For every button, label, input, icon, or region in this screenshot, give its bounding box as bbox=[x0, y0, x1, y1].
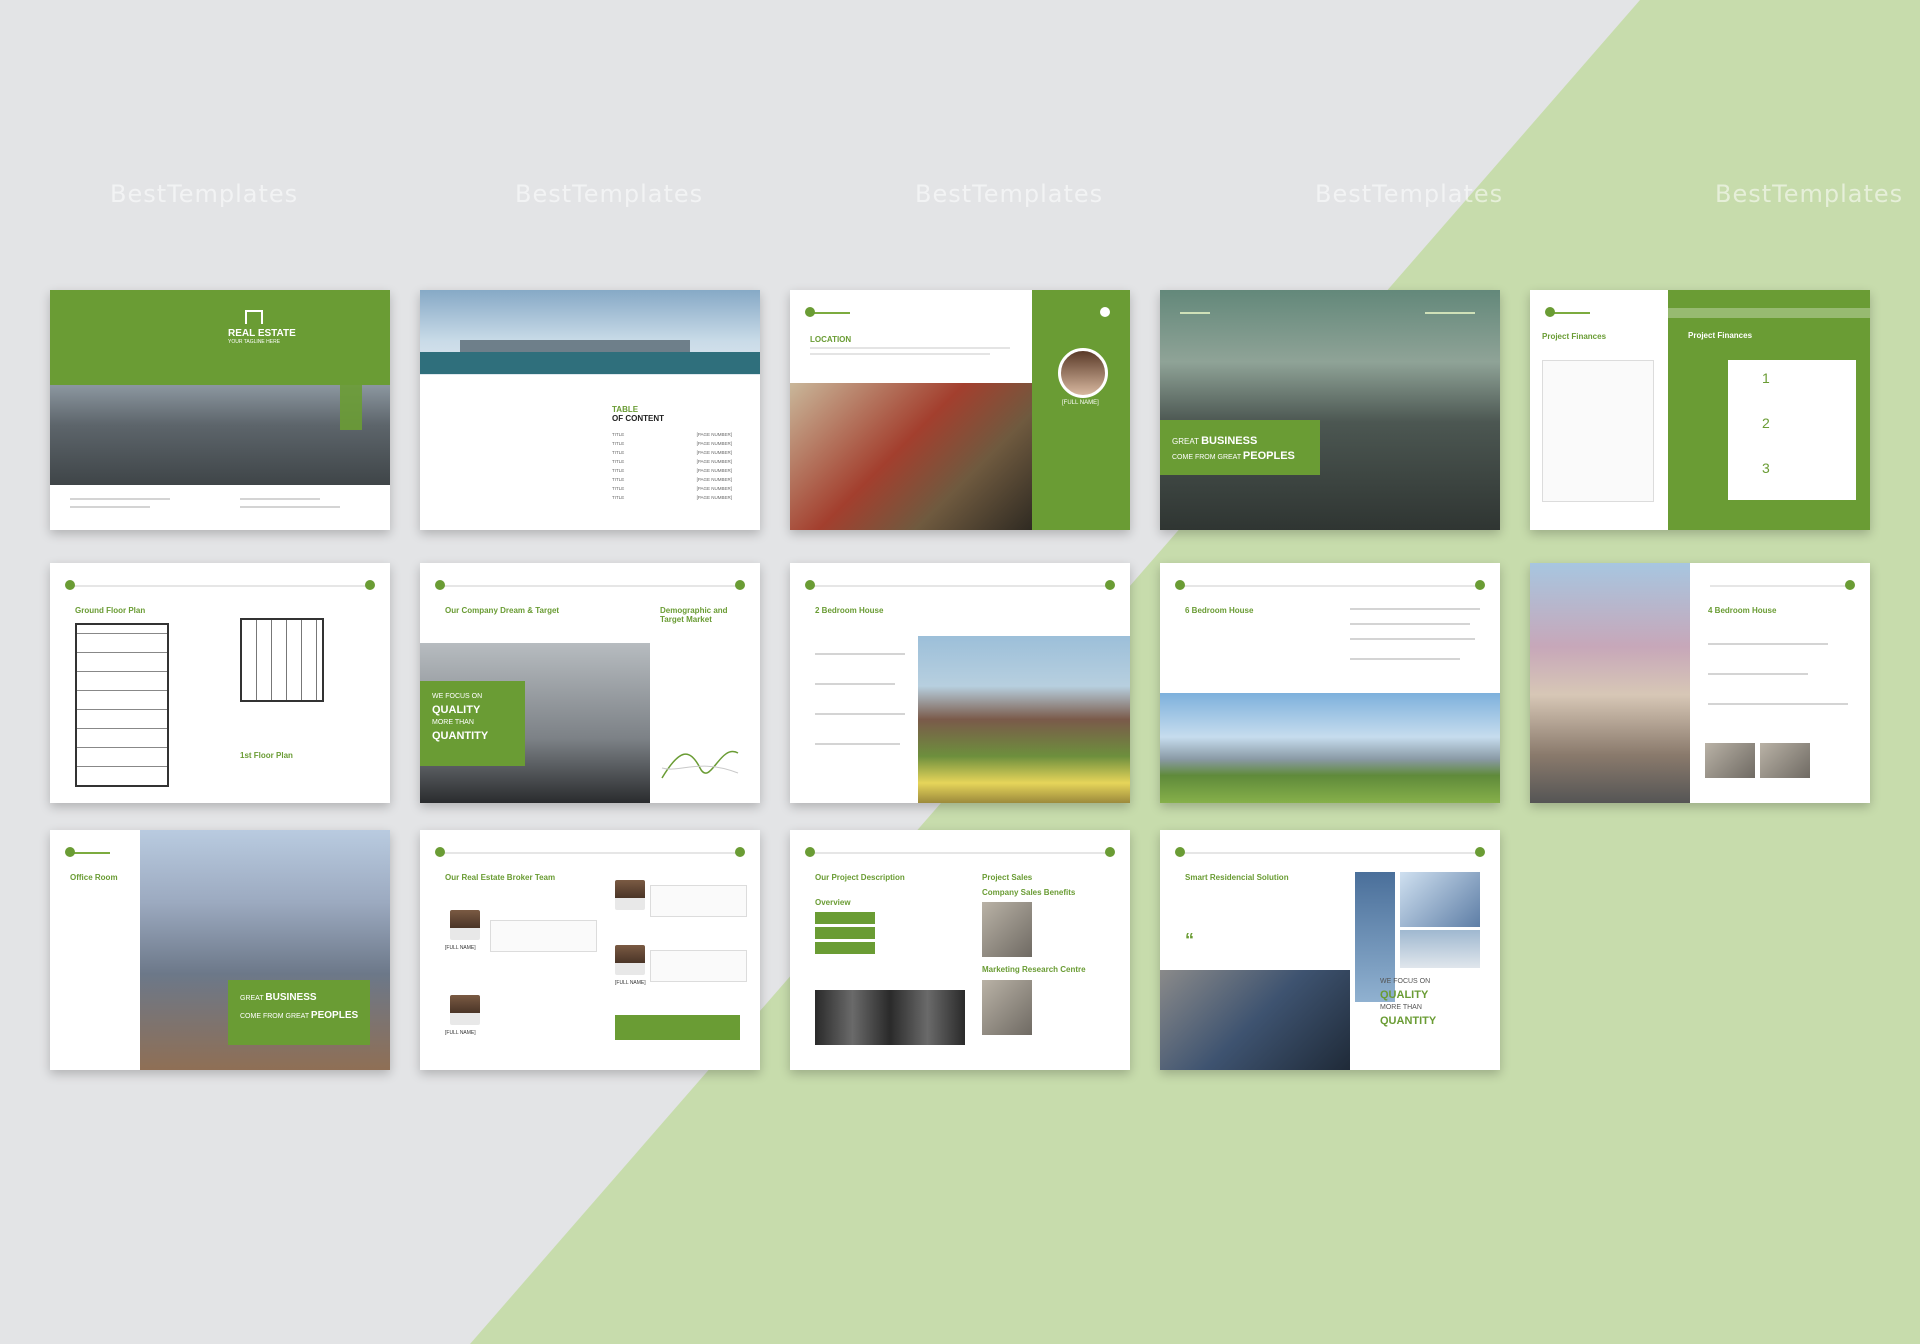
avatar bbox=[450, 995, 480, 1025]
project-desc-heading: Our Project Description bbox=[815, 873, 905, 882]
house-thumbnail bbox=[1705, 743, 1755, 778]
toc-item[interactable]: TITLE [PAGE NUMBER] bbox=[612, 448, 732, 457]
broker-heading: Our Real Estate Broker Team bbox=[445, 873, 556, 882]
overview-heading: Overview bbox=[815, 898, 851, 907]
floor-plan-heading-2: 1st Floor Plan bbox=[240, 751, 293, 760]
map-photo bbox=[790, 383, 1032, 530]
office-heading: Office Room bbox=[70, 873, 118, 882]
page-floor-plan[interactable]: Ground Floor Plan 1st Floor Plan bbox=[50, 563, 390, 803]
city-thumbnail bbox=[982, 980, 1032, 1035]
watermark: BestTemplates bbox=[110, 180, 299, 208]
page-cover[interactable]: REAL ESTATE YOUR TAGLINE HERE bbox=[50, 290, 390, 530]
finances-heading-left: Project Finances bbox=[1542, 332, 1607, 341]
cover-header bbox=[50, 290, 390, 385]
page-table-of-content[interactable]: TABLE OF CONTENT TITLE [PAGE NUMBER] TITLE… bbox=[420, 290, 760, 530]
glass-building-photo bbox=[1160, 970, 1350, 1070]
toc-item[interactable]: TITLE [PAGE NUMBER] bbox=[612, 484, 732, 493]
cover-subtitle: YOUR TAGLINE HERE bbox=[228, 339, 281, 345]
toc-title-1: TABLE bbox=[612, 405, 639, 414]
floor-plan-heading: Ground Floor Plan bbox=[75, 606, 146, 615]
two-bedroom-heading: 2 Bedroom House bbox=[815, 606, 884, 615]
city-sky-photo bbox=[1160, 290, 1500, 530]
page-great-business[interactable]: GREAT BUSINESS COME FROM GREAT PEOPLES bbox=[1160, 290, 1500, 530]
page-smart-residential[interactable]: Smart Residencial Solution WE FOCUS ON Q… bbox=[1160, 830, 1500, 1070]
page-four-bedroom[interactable]: 4 Bedroom House bbox=[1530, 563, 1870, 803]
page-project-description[interactable]: Our Project Description Project Sales Ov… bbox=[790, 830, 1130, 1070]
toc-item[interactable]: TITLE [PAGE NUMBER] bbox=[612, 475, 732, 484]
dream-heading-2: Demographic and Target Market bbox=[660, 606, 728, 624]
location-name: [FULL NAME] bbox=[1062, 400, 1099, 406]
house-logo-icon bbox=[245, 310, 263, 324]
house-thumbnail bbox=[1760, 743, 1810, 778]
marketing-heading: Marketing Research Centre bbox=[982, 965, 1086, 974]
page-two-bedroom[interactable]: 2 Bedroom House bbox=[790, 563, 1130, 803]
toc-item[interactable]: TITLE [PAGE NUMBER] bbox=[612, 430, 732, 439]
floor-plan-drawing bbox=[75, 623, 169, 787]
page-six-bedroom[interactable]: 6 Bedroom House bbox=[1160, 563, 1500, 803]
four-bedroom-heading: 4 Bedroom House bbox=[1708, 606, 1777, 615]
banner bbox=[1160, 420, 1320, 475]
finances-table bbox=[1542, 360, 1654, 502]
toc-item[interactable]: TITLE [PAGE NUMBER] bbox=[612, 466, 732, 475]
watermark: BestTemplates bbox=[1315, 180, 1504, 208]
garden-photo bbox=[918, 636, 1130, 803]
watermark: BestTemplates bbox=[915, 180, 1104, 208]
page-office-room[interactable]: Office Room GREAT BUSINESS COME FROM GRE… bbox=[50, 830, 390, 1070]
quote-icon: “ bbox=[1185, 930, 1194, 950]
tower-photo bbox=[1400, 872, 1480, 927]
smart-heading: Smart Residencial Solution bbox=[1185, 873, 1289, 882]
page-location[interactable]: LOCATION [FULL NAME] bbox=[790, 290, 1130, 530]
line-chart bbox=[661, 750, 739, 779]
skyline-park-photo bbox=[1160, 693, 1500, 803]
office-thumbnail bbox=[982, 902, 1032, 957]
toc-title-2: OF CONTENT bbox=[612, 414, 664, 423]
floor-plan-drawing bbox=[240, 618, 324, 702]
watermark: BestTemplates bbox=[1715, 180, 1904, 208]
avatar bbox=[615, 880, 645, 910]
avatar bbox=[450, 910, 480, 940]
page-company-dream[interactable]: Our Company Dream & Target Demographic a… bbox=[420, 563, 760, 803]
tower-photo bbox=[1400, 930, 1480, 968]
finances-heading-right: Project Finances bbox=[1688, 331, 1753, 340]
toc-item[interactable]: TITLE [PAGE NUMBER] bbox=[612, 439, 732, 448]
building-photo bbox=[1530, 563, 1690, 803]
page-broker-team[interactable]: Our Real Estate Broker Team [FULL NAME] … bbox=[420, 830, 760, 1070]
cover-title: REAL ESTATE bbox=[228, 328, 296, 339]
city-photo bbox=[50, 385, 390, 485]
avatar bbox=[615, 945, 645, 975]
location-heading: LOCATION bbox=[810, 335, 852, 344]
toc-item[interactable]: TITLE [PAGE NUMBER] bbox=[612, 457, 732, 466]
avatar bbox=[1058, 348, 1108, 398]
toc-item[interactable]: TITLE [PAGE NUMBER] bbox=[612, 493, 732, 502]
sales-benefits-heading: Company Sales Benefits bbox=[982, 888, 1076, 897]
page-project-finances[interactable]: Project Finances Project Finances 1 2 3 bbox=[1530, 290, 1870, 530]
watermark: BestTemplates bbox=[515, 180, 704, 208]
six-bedroom-heading: 6 Bedroom House bbox=[1185, 606, 1254, 615]
team-photo bbox=[815, 990, 965, 1045]
dream-heading: Our Company Dream & Target bbox=[445, 606, 560, 615]
project-sales-heading: Project Sales bbox=[982, 873, 1033, 882]
toc-list: TITLE [PAGE NUMBER] TITLE [PAGE NUMBER] TITL… bbox=[612, 430, 732, 502]
finances-steps bbox=[1728, 360, 1856, 500]
